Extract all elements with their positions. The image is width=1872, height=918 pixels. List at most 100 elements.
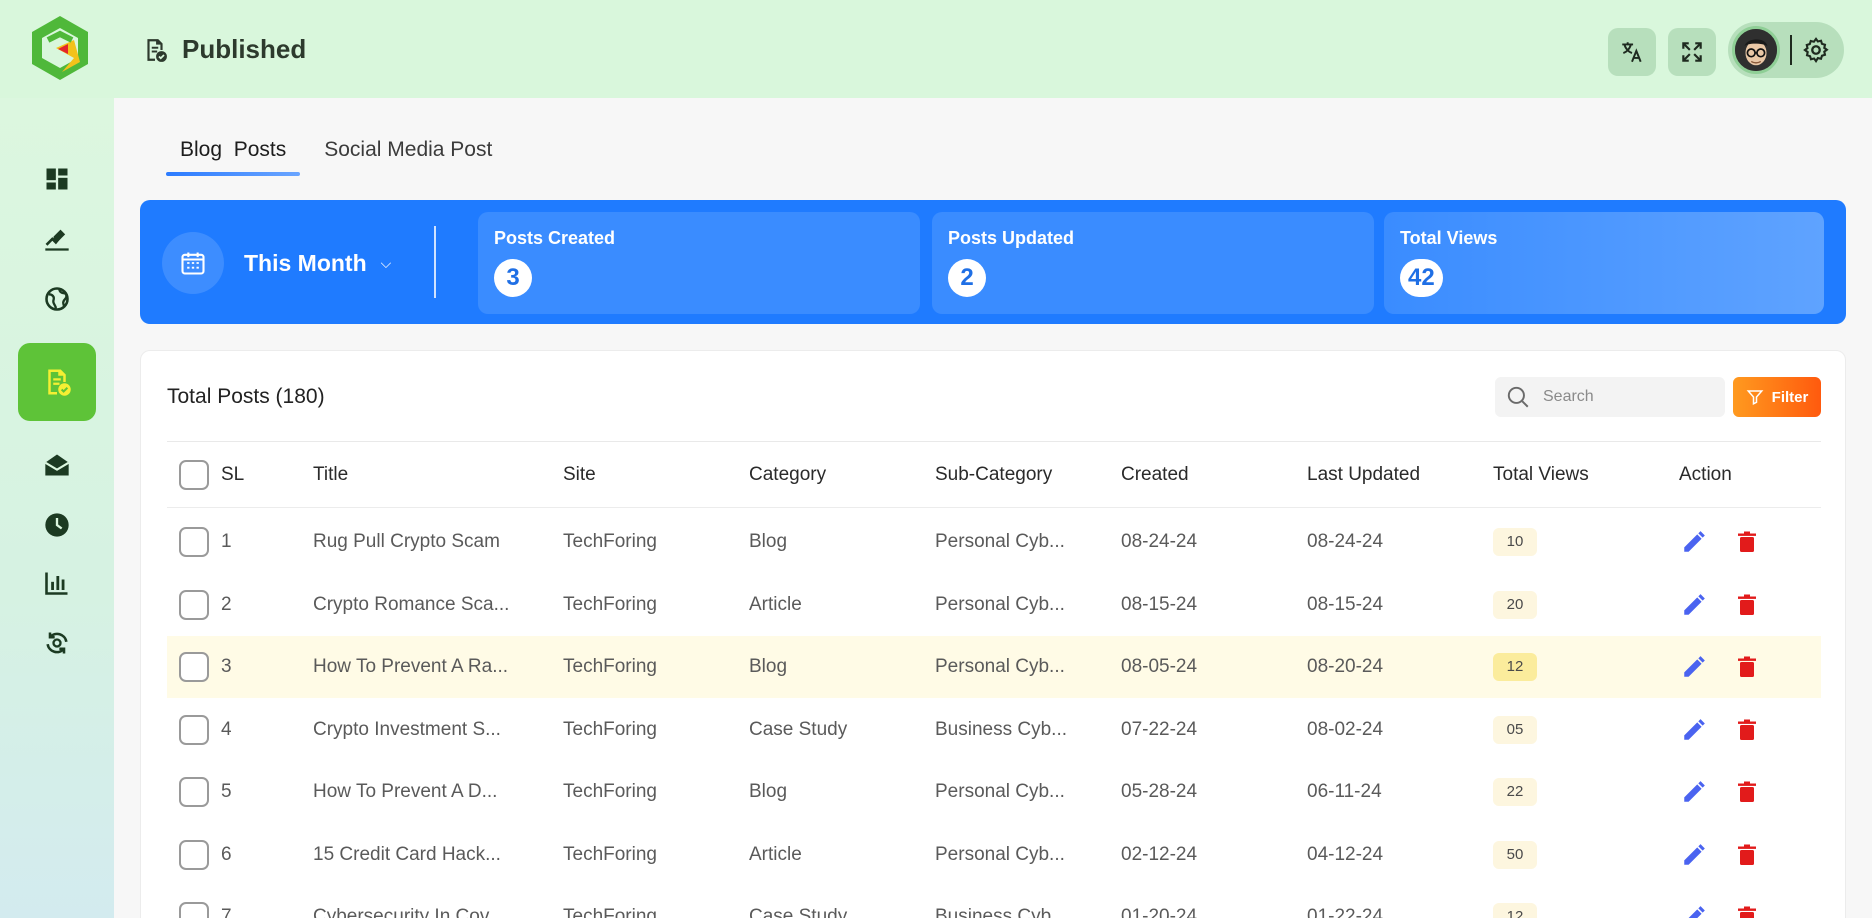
filter-label: Filter [1771,388,1809,406]
cell-last-updated: 04-12-24 [1307,843,1384,865]
edit-icon[interactable] [1681,529,1707,555]
cell-created: 08-15-24 [1121,593,1198,615]
analytics-icon [45,572,68,595]
stats-divider [434,226,436,298]
col-header-category: Category [749,464,827,485]
row-checkbox[interactable] [179,527,209,557]
delete-icon[interactable] [1735,592,1759,618]
sidebar-item-scheduled[interactable] [18,496,96,554]
table-row[interactable]: 4 Crypto Investment S... TechForing Case… [167,699,1821,761]
views-badge: 50 [1493,840,1537,869]
cell-category: Case Study [749,718,848,740]
app-logo[interactable] [28,14,92,82]
cell-subcategory: Personal Cyb... [935,593,1065,615]
delete-icon[interactable] [1735,842,1759,868]
calendar-button[interactable] [162,232,224,294]
cell-sl: 1 [221,531,232,552]
cell-created: 07-22-24 [1121,718,1198,740]
cell-title[interactable]: How To Prevent A D... [313,781,497,803]
table-row[interactable]: 1 Rug Pull Crypto Scam TechForing Blog P… [167,511,1821,573]
profile-menu[interactable] [1728,22,1844,78]
profile-divider [1790,35,1792,65]
delete-icon[interactable] [1735,654,1759,680]
edit-icon[interactable] [1681,592,1707,618]
cell-title[interactable]: How To Prevent A Ra... [313,656,508,678]
cell-category: Article [749,593,802,615]
cell-actions [1681,717,1759,743]
edit-icon[interactable] [1681,717,1707,743]
tab-social-media-post[interactable]: Social Media Post [310,128,506,174]
cell-category: Article [749,843,802,865]
sidebar-item-sync[interactable] [18,614,96,672]
edit-icon[interactable] [1681,904,1707,918]
delete-icon[interactable] [1735,529,1759,555]
cell-actions [1681,529,1759,555]
cell-subcategory: Personal Cyb... [935,781,1065,802]
globe-icon [45,287,69,311]
table-row[interactable]: 7 Cybersecurity In Cov... TechForing Cas… [167,886,1821,918]
row-checkbox[interactable] [179,902,209,918]
filter-icon [1746,390,1764,405]
row-checkbox[interactable] [179,652,209,682]
dashboard-icon [46,168,68,190]
edit-icon[interactable] [1681,654,1707,680]
select-all-checkbox[interactable] [179,460,209,490]
delete-icon[interactable] [1735,904,1759,918]
cell-title[interactable]: 15 Credit Card Hack... [313,844,501,866]
table-row[interactable]: 3 How To Prevent A Ra... TechForing Blog… [167,636,1821,698]
stat-value: 3 [494,259,532,297]
fullscreen-button[interactable] [1668,28,1716,76]
table-row[interactable]: 2 Crypto Romance Sca... TechForing Artic… [167,574,1821,636]
filter-button[interactable]: Filter [1733,377,1821,417]
period-label: This Month [244,249,367,276]
cell-total-views: 20 [1493,590,1537,619]
sidebar-item-published[interactable] [18,343,96,421]
period-selector[interactable]: This Month ⌵ [162,232,391,294]
row-checkbox[interactable] [179,714,209,745]
sidebar-item-analytics[interactable] [18,554,96,612]
search-input[interactable] [1543,388,1693,406]
cell-title[interactable]: Cybersecurity In Cov... [313,906,504,918]
sidebar-item-sites[interactable] [18,270,96,328]
row-checkbox[interactable] [179,839,209,870]
search-box[interactable] [1495,377,1725,417]
cell-site: TechForing [563,781,657,802]
table-row[interactable]: 5 How To Prevent A D... TechForing Blog … [167,761,1821,823]
sidebar-item-create-post[interactable] [18,210,96,268]
page-title: Published [182,34,307,64]
delete-icon[interactable] [1735,717,1759,743]
sidebar [0,98,114,918]
edit-icon[interactable] [1681,842,1707,868]
published-icon [48,369,71,396]
top-actions [1608,22,1844,78]
cell-site: TechForing [563,843,657,865]
avatar[interactable] [1732,26,1780,74]
delete-icon[interactable] [1735,779,1759,805]
table-row[interactable]: 6 15 Credit Card Hack... TechForing Arti… [167,824,1821,886]
cell-category: Blog [749,656,788,677]
cell-sl: 6 [221,843,232,865]
tab-blog-posts[interactable]: Blog Posts [166,128,301,176]
cell-created: 05-28-24 [1121,781,1198,802]
posts-panel: Total Posts (180) Filter SL Title Site C… [140,350,1846,918]
col-header-subcategory: Sub-Category [935,464,1053,485]
edit-icon[interactable] [1681,779,1707,805]
search-icon [1507,386,1529,408]
cell-site: TechForing [563,718,657,740]
cell-last-updated: 08-15-24 [1307,593,1384,615]
row-checkbox[interactable] [179,589,209,620]
translate-button[interactable] [1608,28,1656,76]
sidebar-item-mail[interactable] [18,436,96,494]
gear-icon[interactable] [1802,36,1830,64]
col-header-created: Created [1121,464,1189,485]
cell-total-views: 05 [1493,715,1537,744]
cell-title[interactable]: Rug Pull Crypto Scam [313,531,500,553]
stats-band: This Month ⌵ Posts Created 3 Posts Updat… [140,200,1846,324]
row-checkbox[interactable] [179,777,209,807]
cell-last-updated: 01-22-24 [1307,906,1384,918]
cell-title[interactable]: Crypto Investment S... [313,719,501,741]
cell-title[interactable]: Crypto Romance Sca... [313,594,509,616]
sidebar-item-dashboard[interactable] [18,150,96,208]
cell-subcategory: Personal Cyb... [935,843,1065,865]
cell-sl: 7 [221,906,232,918]
